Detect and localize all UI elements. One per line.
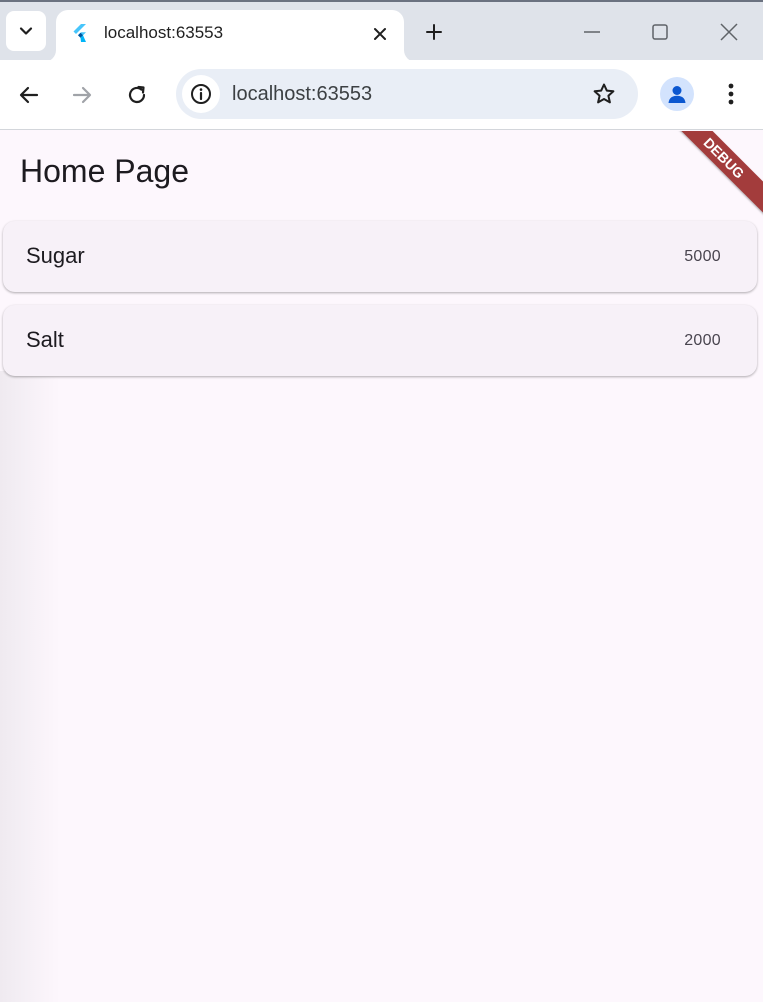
tab-strip: localhost:63553 [0,0,763,62]
chevron-down-icon [19,27,33,35]
info-icon [191,84,211,104]
tab-close-button[interactable] [368,22,392,46]
tab-search-button[interactable] [6,11,46,51]
minimize-button[interactable] [572,16,612,48]
debug-banner: DEBUG [663,131,763,219]
item-name: Salt [26,327,64,352]
more-vert-icon [728,83,734,105]
browser-window: localhost:63553 localhost:63553 Home Pag… [0,0,763,1002]
plus-icon [426,24,442,40]
back-button[interactable] [13,79,45,111]
tab-title: localhost:63553 [104,23,224,42]
item-value: 5000 [684,248,721,265]
list-item[interactable]: Salt 2000 [3,305,757,376]
background-shade [0,371,60,1002]
arrow-left-icon [19,86,39,104]
browser-toolbar: localhost:63553 [0,60,763,130]
minimize-icon [584,31,600,33]
browser-tab[interactable]: localhost:63553 [56,10,404,62]
maximize-button[interactable] [640,16,680,48]
arrow-right-icon [72,86,92,104]
flutter-icon [73,24,86,42]
item-name: Sugar [26,243,85,268]
reload-button[interactable] [121,79,153,111]
star-icon [593,83,615,104]
maximize-icon [652,24,668,40]
site-info-button[interactable] [182,75,220,113]
url-text[interactable]: localhost:63553 [232,83,372,106]
close-icon [720,23,738,41]
close-icon [374,28,386,40]
list-item[interactable]: Sugar 5000 [3,221,757,292]
item-value: 2000 [684,332,721,349]
address-bar[interactable]: localhost:63553 [176,69,638,119]
bookmark-button[interactable] [590,80,618,108]
forward-button[interactable] [66,79,98,111]
new-tab-button[interactable] [420,18,448,46]
page-title: Home Page [20,153,189,189]
browser-menu-button[interactable] [716,78,746,110]
app-viewport: Home Page Sugar 5000 Salt 2000 DEBUG [0,131,763,1002]
close-window-button[interactable] [709,16,749,48]
profile-button[interactable] [660,77,694,111]
person-icon [668,86,686,103]
reload-icon [128,85,146,104]
